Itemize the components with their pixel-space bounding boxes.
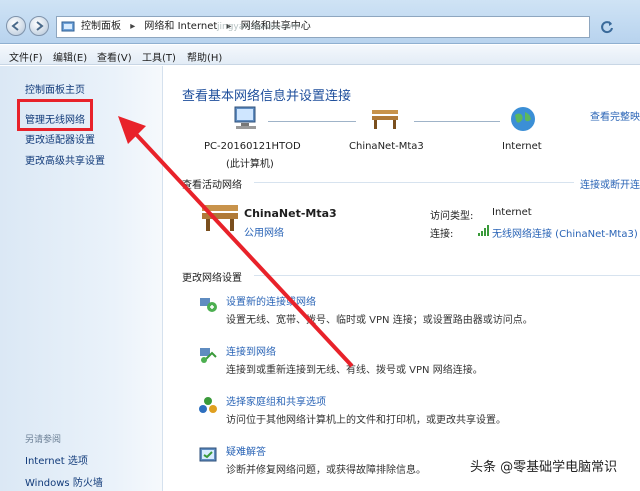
sidebar-item-windows-firewall[interactable]: Windows 防火墙	[25, 474, 103, 489]
task-troubleshoot[interactable]: 疑难解答	[226, 443, 266, 458]
menu-file[interactable]: 文件(F)	[9, 49, 43, 64]
node-network-label[interactable]: ChinaNet-Mta3	[349, 141, 424, 152]
bench-network-icon	[372, 110, 398, 129]
active-networks-heading: 查看活动网络	[182, 180, 242, 191]
task-connect-network[interactable]: 连接到网络	[226, 343, 276, 358]
sidebar-item-adapter-settings[interactable]: 更改适配器设置	[25, 131, 95, 146]
access-type-label: 访问类型:	[430, 211, 474, 222]
task-setup-connection[interactable]: 设置新的连接或网络	[226, 293, 316, 308]
breadcrumb-network-internet[interactable]: 网络和 Internet	[144, 21, 217, 32]
map-connector	[414, 121, 500, 122]
wireless-connection-link[interactable]: 无线网络连接 (ChinaNet-Mta3)	[492, 225, 638, 240]
url-overlay: jingyan.baidu.com	[217, 22, 301, 32]
see-also-heading: 另请参阅	[25, 435, 62, 445]
view-full-map-link[interactable]: 查看完整映	[590, 108, 640, 123]
active-network-name: ChinaNet-Mta3	[244, 207, 337, 220]
menu-view[interactable]: 查看(V)	[97, 49, 132, 64]
menu-tools[interactable]: 工具(T)	[142, 49, 176, 64]
back-arrow-icon	[11, 21, 19, 31]
breadcrumb-control-panel[interactable]: 控制面板	[81, 21, 121, 32]
sidebar-item-advanced-sharing[interactable]: 更改高级共享设置	[25, 152, 105, 167]
forward-button[interactable]	[29, 16, 49, 36]
address-field[interactable]: jingyan.baidu.com 控制面板 ▸ 网络和 Internet ▸ …	[56, 16, 590, 38]
access-type-value: Internet	[492, 207, 532, 218]
task-homegroup[interactable]: 选择家庭组和共享选项	[226, 393, 326, 408]
map-connector	[268, 121, 356, 122]
menu-bar: 文件(F) 编辑(E) 查看(V) 工具(T) 帮助(H)	[0, 45, 640, 65]
homegroup-icon	[199, 397, 217, 413]
sidebar-item-internet-options[interactable]: Internet 选项	[25, 452, 88, 467]
page-title: 查看基本网络信息并设置连接	[182, 89, 352, 104]
connect-disconnect-link[interactable]: 连接或断开连	[580, 176, 640, 191]
highlight-box	[17, 99, 93, 131]
menu-edit[interactable]: 编辑(E)	[53, 49, 87, 64]
node-internet-label[interactable]: Internet	[502, 141, 542, 152]
main-panel: 查看基本网络信息并设置连接 查看完整映 PC-20160121HTOD (此计算…	[164, 66, 640, 491]
forward-arrow-icon	[36, 21, 44, 31]
connection-label: 连接:	[430, 229, 454, 240]
breadcrumb-separator: ▸	[130, 21, 136, 32]
menu-help[interactable]: 帮助(H)	[187, 49, 222, 64]
node-computer-label: PC-20160121HTOD	[204, 141, 301, 152]
divider	[254, 182, 574, 183]
address-bar-area: jingyan.baidu.com 控制面板 ▸ 网络和 Internet ▸ …	[0, 0, 640, 44]
task-connect-network-desc: 连接到或重新连接到无线、有线、拨号或 VPN 网络连接。	[226, 365, 483, 376]
bench-network-icon	[202, 205, 238, 231]
refresh-icon[interactable]	[598, 18, 616, 36]
control-panel-icon	[61, 21, 75, 32]
change-settings-heading: 更改网络设置	[182, 273, 242, 284]
node-computer-sub: (此计算机)	[226, 159, 274, 170]
network-type-link[interactable]: 公用网络	[244, 224, 284, 239]
signal-bars-icon	[478, 225, 489, 236]
troubleshoot-icon	[199, 447, 217, 462]
sidebar-item-control-panel-home[interactable]: 控制面板主页	[25, 81, 85, 96]
task-setup-connection-desc: 设置无线、宽带、拨号、临时或 VPN 连接；或设置路由器或访问点。	[226, 315, 533, 326]
task-homegroup-desc: 访问位于其他网络计算机上的文件和打印机，或更改共享设置。	[226, 415, 506, 426]
new-connection-icon	[200, 298, 217, 312]
computer-icon	[234, 106, 256, 129]
connect-network-icon	[200, 348, 217, 363]
watermark: 头条 @零基础学电脑常识	[470, 460, 618, 475]
task-troubleshoot-desc: 诊断并修复网络问题，或获得故障排除信息。	[226, 465, 426, 476]
divider	[254, 275, 640, 276]
back-button[interactable]	[6, 16, 26, 36]
globe-icon	[511, 107, 535, 131]
